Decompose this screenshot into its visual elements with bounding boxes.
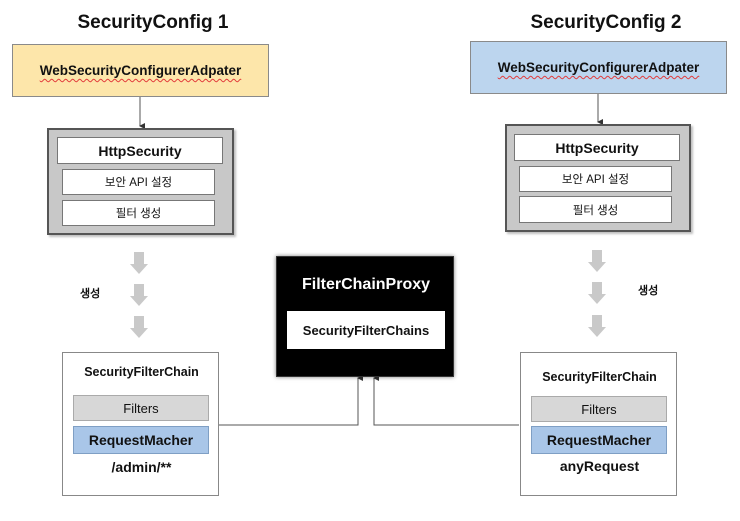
left-create-label: 생성 (80, 288, 101, 300)
right-request-matcher-bar: RequestMacher (531, 426, 667, 454)
proxy-title: FilterChainProxy (301, 276, 431, 293)
right-security-api-item: 보안 API 설정 (519, 166, 672, 192)
right-adapter-box: WebSecurityConfigurerAdpater (470, 41, 727, 94)
down-arrow-left-1 (130, 252, 148, 274)
right-matcher-value: anyRequest (559, 458, 640, 474)
left-adapter-label: WebSecurityConfigurerAdpater (39, 63, 242, 78)
connector-right-chain-to-proxy (373, 375, 519, 426)
left-security-api-item: 보안 API 설정 (62, 169, 215, 195)
left-http-security-title: HttpSecurity (57, 137, 223, 164)
left-matcher-value: /admin/** (111, 459, 172, 475)
down-arrows-left (130, 252, 148, 338)
right-chain-title: SecurityFilterChain (542, 370, 657, 384)
left-config-title: SecurityConfig 1 (77, 12, 229, 33)
right-config-title: SecurityConfig 2 (530, 12, 682, 33)
right-filters-bar: Filters (531, 396, 667, 422)
right-filter-create-item: 필터 생성 (519, 196, 672, 223)
left-security-filter-chain-box: SecurityFilterChain Filters RequestMache… (62, 352, 219, 496)
down-arrow-left-2 (130, 284, 148, 306)
filter-chain-proxy-box: FilterChainProxy SecurityFilterChains (276, 256, 454, 377)
down-arrow-right-3 (588, 315, 606, 337)
left-filters-bar: Filters (73, 395, 209, 421)
right-http-security-title: HttpSecurity (514, 134, 680, 161)
left-adapter-box: WebSecurityConfigurerAdpater (12, 44, 269, 97)
down-arrow-right-2 (588, 282, 606, 304)
left-filter-create-item: 필터 생성 (62, 200, 215, 226)
right-http-security-box: HttpSecurity 보안 API 설정 필터 생성 (505, 124, 691, 232)
down-arrow-left-3 (130, 316, 148, 338)
left-request-matcher-bar: RequestMacher (73, 426, 209, 454)
connector-left-chain-to-proxy (219, 375, 363, 426)
right-adapter-label: WebSecurityConfigurerAdpater (497, 60, 700, 75)
down-arrow-right-1 (588, 250, 606, 272)
proxy-security-filter-chains: SecurityFilterChains (287, 311, 445, 349)
right-security-filter-chain-box: SecurityFilterChain Filters RequestMache… (520, 352, 677, 496)
right-create-label: 생성 (638, 285, 659, 297)
left-chain-title: SecurityFilterChain (84, 365, 199, 379)
down-arrows-right (588, 250, 606, 337)
left-http-security-box: HttpSecurity 보안 API 설정 필터 생성 (47, 128, 234, 235)
